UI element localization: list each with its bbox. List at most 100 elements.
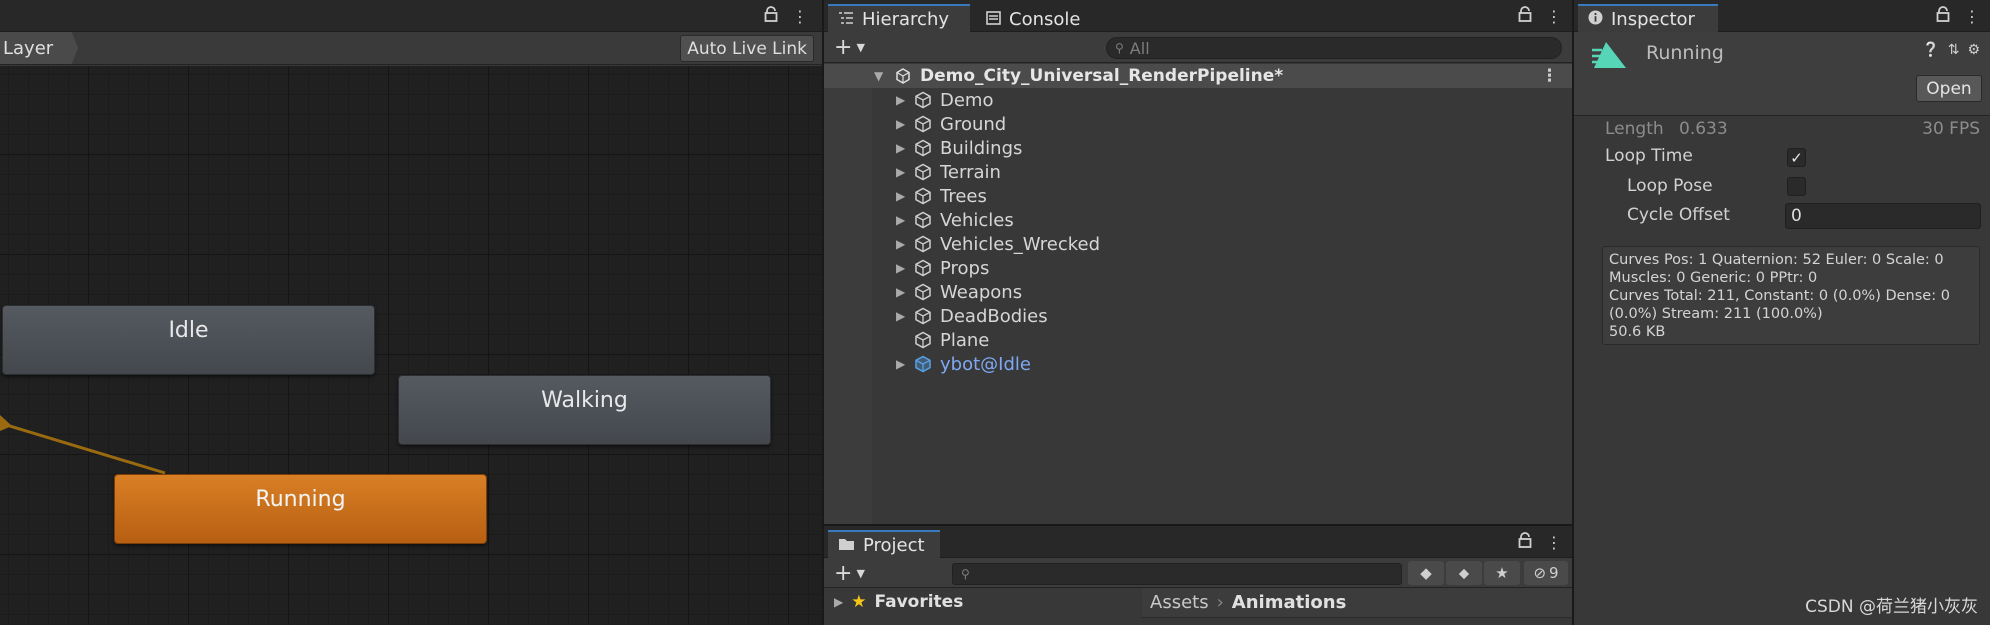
hidden-count: 9 [1549,564,1559,582]
expand-arrow-icon[interactable]: ▶ [896,93,905,107]
hierarchy-tabbar: Hierarchy Console ⋮ [824,0,1572,32]
cycle-offset-input[interactable]: 0 [1785,203,1981,229]
hierarchy-item[interactable]: ▶ DeadBodies [824,304,1572,328]
more-options-icon[interactable]: ⋮ [1546,7,1562,26]
lock-icon[interactable] [1518,6,1532,26]
expand-arrow-icon[interactable]: ▶ [896,165,905,179]
gameobject-cube-icon [914,163,932,181]
breadcrumb-animations[interactable]: Animations [1232,592,1347,613]
expand-arrow-icon[interactable]: ▶ [896,261,905,275]
hierarchy-item[interactable]: ▶ Ground [824,112,1572,136]
breadcrumb-separator-icon: › [1216,592,1224,613]
layer-breadcrumb[interactable]: Layer [0,32,78,64]
create-dropdown[interactable]: + ▼ [834,561,865,586]
expand-arrow-icon[interactable]: ▶ [896,357,905,371]
create-dropdown[interactable]: + ▼ [834,35,865,60]
expand-arrow-icon[interactable]: ▶ [896,285,905,299]
state-idle[interactable]: Idle [2,305,375,375]
hierarchy-item[interactable]: ▶ Demo [824,88,1572,112]
filter-by-label-button[interactable]: ⬥ [1446,561,1482,585]
curves-info-line: Muscles: 0 Generic: 0 PPtr: 0 [1609,270,1818,286]
gameobject-cube-icon [914,91,932,109]
settings-gear-icon[interactable]: ⚙ [1967,42,1980,58]
tab-hierarchy[interactable]: Hierarchy [828,4,970,32]
scene-options-icon[interactable]: ⋮ [1541,66,1558,86]
search-placeholder: All [1129,38,1150,58]
tab-console-label: Console [1009,8,1081,30]
hierarchy-item[interactable]: ▶ Vehicles_Wrecked [824,232,1572,256]
hierarchy-item[interactable]: ▶ Props [824,256,1572,280]
watermark: CSDN @荷兰猪小灰灰 [1805,597,1978,617]
chevron-down-icon: ▼ [856,567,865,580]
auto-live-link-button[interactable]: Auto Live Link [680,35,814,62]
hierarchy-item[interactable]: ▶ Trees [824,184,1572,208]
hierarchy-item[interactable]: ▶ ybot@Idle [824,352,1572,376]
hierarchy-item[interactable]: ▶ Buildings [824,136,1572,160]
hierarchy-item[interactable]: ▶ Vehicles [824,208,1572,232]
gameobject-cube-icon [914,115,932,133]
hidden-packages-button[interactable]: ⊘ 9 [1524,561,1568,585]
project-search-input[interactable]: ⚲ [952,563,1402,585]
expand-arrow-icon[interactable]: ▶ [834,595,843,609]
expand-arrow-icon[interactable]: ▶ [896,141,905,155]
star-icon: ★ [851,592,867,612]
animator-graph[interactable]: Idle Walking Running [0,66,822,625]
tab-inspector[interactable]: Inspector [1578,4,1718,32]
hierarchy-item[interactable]: ▶ Terrain [824,160,1572,184]
gameobject-cube-icon [914,331,932,349]
expand-arrow-icon[interactable]: ▶ [896,309,905,323]
project-breadcrumb: Assets › Animations [1142,588,1572,618]
state-idle-label: Idle [168,318,209,343]
plus-icon: + [834,35,853,60]
curves-info-line: Curves Pos: 1 Quaternion: 52 Euler: 0 Sc… [1609,252,1944,268]
help-icon[interactable]: ❔ [1922,42,1939,58]
tab-project[interactable]: Project [828,530,940,558]
hierarchy-item-label: DeadBodies [940,305,1048,327]
expand-arrow-icon[interactable]: ▶ [896,213,905,227]
loop-time-label: Loop Time [1605,146,1693,166]
hierarchy-item[interactable]: Plane [824,328,1572,352]
shapes-icon: ◆ [1420,564,1432,582]
state-running[interactable]: Running [114,474,487,544]
lock-icon[interactable] [764,6,778,26]
expand-arrow-icon[interactable]: ▶ [896,117,905,131]
favorites-section: ▶ ★ Favorites [824,588,1140,625]
state-walking[interactable]: Walking [398,375,771,445]
expand-arrow-icon[interactable]: ▶ [896,237,905,251]
loop-time-checkbox[interactable]: ✓ [1787,148,1806,167]
animator-panel: ⋮ Layer Auto Live Link Idle Walking Runn… [0,0,822,625]
gameobject-cube-icon [914,187,932,205]
animator-toolbar: Layer Auto Live Link [0,32,822,65]
prefab-cube-icon [914,355,932,373]
fps-label: 30 FPS [1922,119,1980,139]
lock-icon[interactable] [1518,532,1532,552]
more-options-icon[interactable]: ⋮ [1546,533,1562,552]
hierarchy-item-label: Plane [940,329,990,351]
more-options-icon[interactable]: ⋮ [792,7,808,26]
lock-icon[interactable] [1936,6,1950,26]
more-options-icon[interactable]: ⋮ [1964,7,1980,26]
favorites-filter-button[interactable]: ★ [1484,561,1520,585]
chevron-down-icon: ▼ [856,41,865,54]
hierarchy-item-label: Vehicles_Wrecked [940,233,1100,255]
inspector-body: Length 0.633 30 FPS Loop Time ✓ Loop Pos… [1574,117,1990,625]
loop-pose-label: Loop Pose [1627,176,1713,196]
hierarchy-item[interactable]: ▶ Weapons [824,280,1572,304]
open-button[interactable]: Open [1916,75,1982,102]
hierarchy-search-input[interactable]: ⚲ All [1106,37,1562,59]
gameobject-cube-icon [914,307,932,325]
filter-by-type-button[interactable]: ◆ [1408,561,1444,585]
scene-row[interactable]: ▼ Demo_City_Universal_RenderPipeline* ⋮ [824,64,1572,88]
animation-clip-icon [1592,40,1628,75]
hierarchy-item-label: ybot@Idle [940,353,1031,375]
tab-console[interactable]: Console [976,4,1106,32]
preset-icon[interactable]: ⇅ [1948,42,1960,58]
expand-arrow-icon[interactable]: ▶ [896,189,905,203]
gameobject-cube-icon [914,139,932,157]
favorites-row[interactable]: ▶ ★ Favorites [834,592,963,612]
animator-tabbar: ⋮ [0,0,822,32]
expand-arrow-icon[interactable]: ▼ [874,69,883,83]
breadcrumb-assets[interactable]: Assets [1150,592,1209,613]
unity-scene-icon [894,67,912,90]
loop-pose-checkbox[interactable] [1787,177,1806,196]
